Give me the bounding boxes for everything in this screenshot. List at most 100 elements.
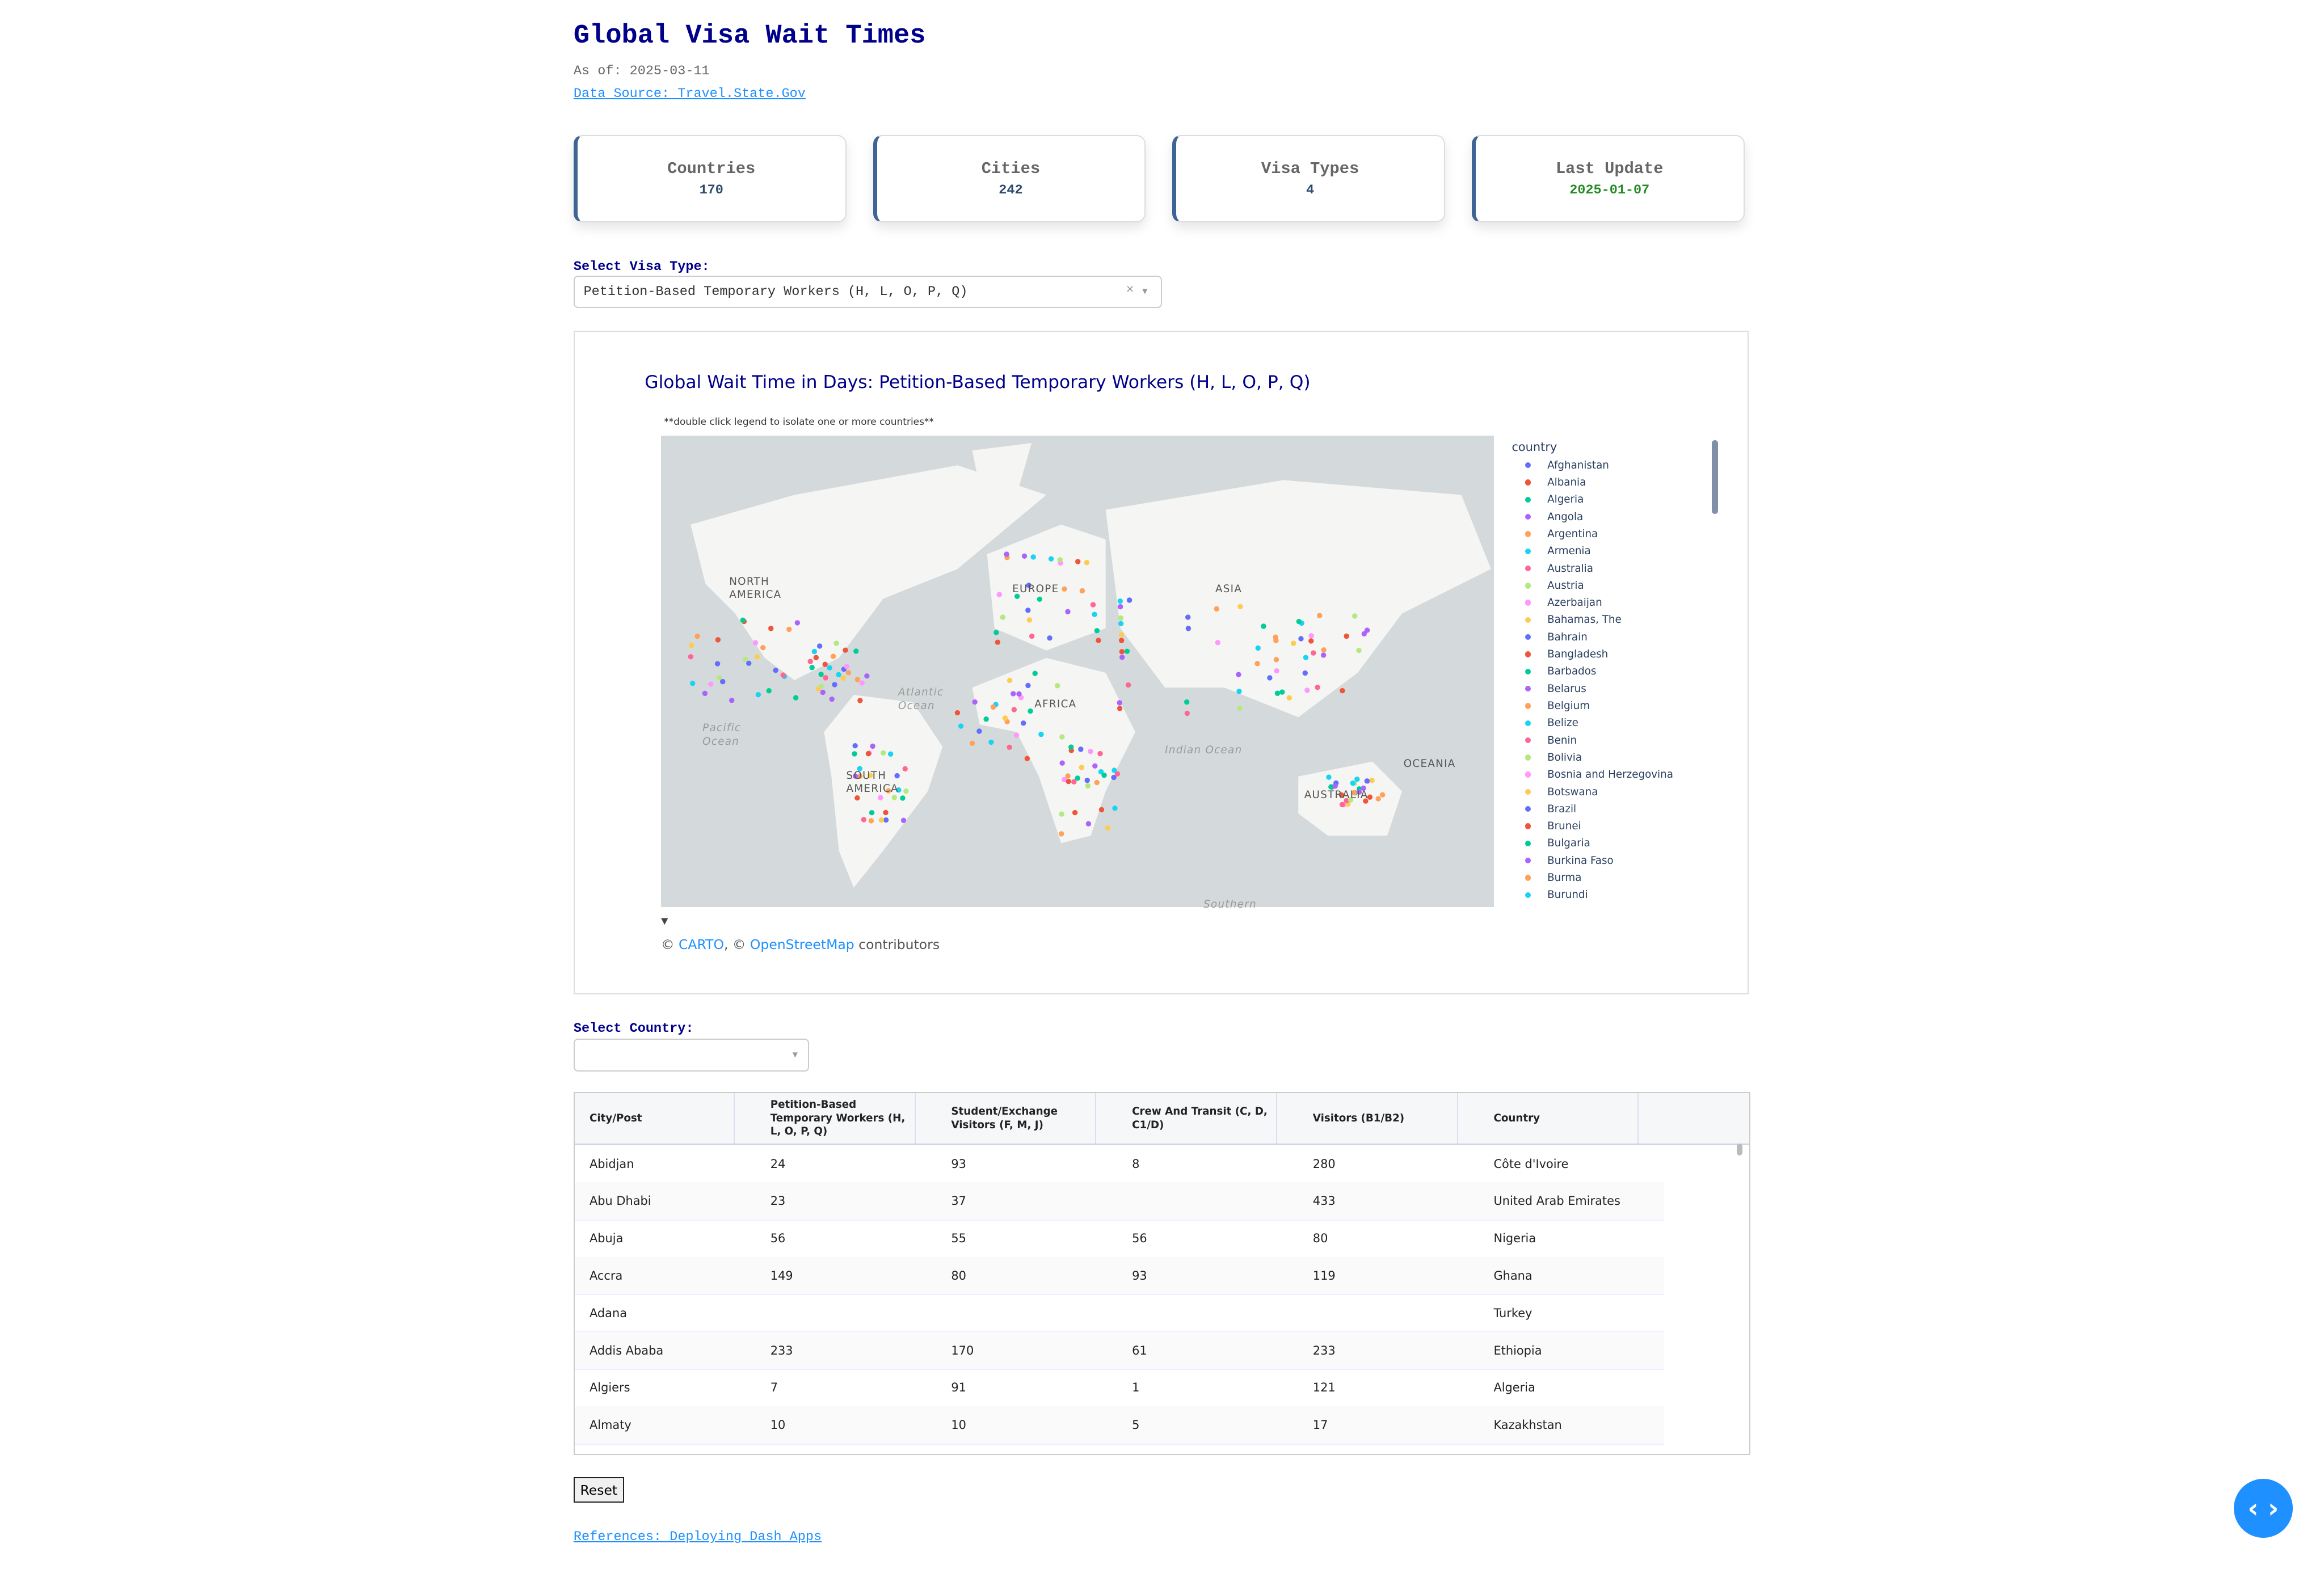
city-marker[interactable] <box>869 809 875 816</box>
table-row[interactable]: Algiers 7 91 1 121 Algeria <box>574 1369 1664 1407</box>
city-marker[interactable] <box>1048 556 1054 562</box>
city-marker[interactable] <box>1000 614 1005 620</box>
city-marker[interactable] <box>1267 675 1273 681</box>
city-marker[interactable] <box>1096 638 1101 643</box>
city-marker[interactable] <box>1215 640 1221 646</box>
city-marker[interactable] <box>1094 779 1100 786</box>
city-marker[interactable] <box>870 743 875 749</box>
city-marker[interactable] <box>830 653 836 659</box>
city-marker[interactable] <box>1084 559 1090 566</box>
city-marker[interactable] <box>780 672 786 678</box>
city-marker[interactable] <box>1021 553 1028 559</box>
city-marker[interactable] <box>1236 689 1242 694</box>
city-marker[interactable] <box>1024 756 1030 761</box>
city-marker[interactable] <box>1118 632 1125 638</box>
city-marker[interactable] <box>1029 633 1035 639</box>
city-marker[interactable] <box>1028 708 1033 714</box>
city-marker[interactable] <box>1184 699 1190 705</box>
city-marker[interactable] <box>1326 774 1332 780</box>
city-marker[interactable] <box>807 659 813 664</box>
country-dropdown[interactable]: ▾ <box>573 1039 810 1072</box>
city-marker[interactable] <box>714 661 721 667</box>
city-marker[interactable] <box>1185 626 1192 631</box>
city-marker[interactable] <box>1054 683 1060 689</box>
city-marker[interactable] <box>844 664 850 669</box>
city-marker[interactable] <box>878 795 883 800</box>
city-marker[interactable] <box>865 750 872 757</box>
city-marker[interactable] <box>1004 551 1009 557</box>
city-marker[interactable] <box>1118 615 1124 621</box>
city-marker[interactable] <box>1007 677 1013 684</box>
city-marker[interactable] <box>1274 690 1281 696</box>
city-marker[interactable] <box>832 682 837 688</box>
legend-scrollbar[interactable] <box>1712 440 1718 514</box>
city-marker[interactable] <box>690 680 696 686</box>
city-marker[interactable] <box>708 681 714 687</box>
city-marker[interactable] <box>972 699 978 705</box>
city-marker[interactable] <box>853 648 859 654</box>
city-marker[interactable] <box>854 795 860 801</box>
city-marker[interactable] <box>900 817 907 824</box>
table-row[interactable]: Addis Ababa 233 170 61 233 Ethiopia <box>574 1331 1664 1370</box>
city-marker[interactable] <box>852 743 858 749</box>
city-marker[interactable] <box>1279 689 1285 695</box>
table-row[interactable]: Adana Turkey <box>574 1294 1664 1333</box>
city-marker[interactable] <box>1030 554 1036 560</box>
city-marker[interactable] <box>900 795 906 801</box>
city-marker[interactable] <box>1117 598 1123 604</box>
city-marker[interactable] <box>1254 661 1260 667</box>
city-marker[interactable] <box>1237 604 1243 609</box>
city-marker[interactable] <box>823 675 828 681</box>
city-marker[interactable] <box>820 689 826 695</box>
city-marker[interactable] <box>861 817 867 823</box>
city-marker[interactable] <box>878 817 885 823</box>
references-link[interactable]: References: Deploying Dash Apps <box>574 1529 822 1545</box>
city-marker[interactable] <box>715 637 721 643</box>
world-map[interactable]: NORTH AMERICA EUROPE ASIA AFRICA SOUTH AMERI… <box>661 435 1494 910</box>
city-marker[interactable] <box>793 695 799 701</box>
city-marker[interactable] <box>1047 635 1052 641</box>
city-marker[interactable] <box>1356 647 1362 653</box>
city-marker[interactable] <box>988 739 994 745</box>
table-scrollbar[interactable] <box>1736 1144 1743 1155</box>
city-marker[interactable] <box>716 674 722 681</box>
city-marker[interactable] <box>740 617 746 623</box>
city-marker[interactable] <box>1059 811 1064 817</box>
city-marker[interactable] <box>1118 621 1124 627</box>
city-marker[interactable] <box>1065 609 1071 615</box>
column-header[interactable]: Petition-Based Temporary Workers (H, L, … <box>756 1093 916 1144</box>
city-marker[interactable] <box>1075 775 1080 781</box>
city-marker[interactable] <box>1112 805 1118 811</box>
city-marker[interactable] <box>1114 771 1121 777</box>
city-marker[interactable] <box>843 647 848 653</box>
city-marker[interactable] <box>760 644 766 651</box>
city-marker[interactable] <box>1352 613 1358 619</box>
city-marker[interactable] <box>1101 772 1107 778</box>
city-marker[interactable] <box>983 716 989 722</box>
city-marker[interactable] <box>1097 750 1103 757</box>
city-marker[interactable] <box>1344 633 1349 639</box>
city-marker[interactable] <box>786 626 792 632</box>
city-marker[interactable] <box>864 673 870 679</box>
city-marker[interactable] <box>845 670 852 676</box>
city-marker[interactable] <box>1016 691 1022 697</box>
city-marker[interactable] <box>829 696 835 702</box>
city-marker[interactable] <box>1013 732 1020 738</box>
table-row[interactable]: Abidjan 24 93 8 280 Côte d'Ivoire <box>574 1145 1664 1183</box>
city-marker[interactable] <box>1308 638 1314 644</box>
city-marker[interactable] <box>1317 613 1323 618</box>
city-marker[interactable] <box>852 751 857 757</box>
chevron-down-icon[interactable]: ▾ <box>1141 282 1149 300</box>
osm-link[interactable]: OpenStreetMap <box>750 937 854 952</box>
city-marker[interactable] <box>1311 650 1316 656</box>
city-marker[interactable] <box>1273 638 1279 643</box>
city-marker[interactable] <box>1255 645 1261 651</box>
city-marker[interactable] <box>1298 636 1304 642</box>
city-marker[interactable] <box>1119 655 1125 660</box>
table-row[interactable]: Accra 149 80 93 119 Ghana <box>574 1257 1664 1296</box>
city-marker[interactable] <box>1079 765 1085 770</box>
city-marker[interactable] <box>1084 777 1090 783</box>
city-marker[interactable] <box>1068 744 1074 750</box>
city-marker[interactable] <box>822 661 828 667</box>
city-marker[interactable] <box>883 809 889 816</box>
